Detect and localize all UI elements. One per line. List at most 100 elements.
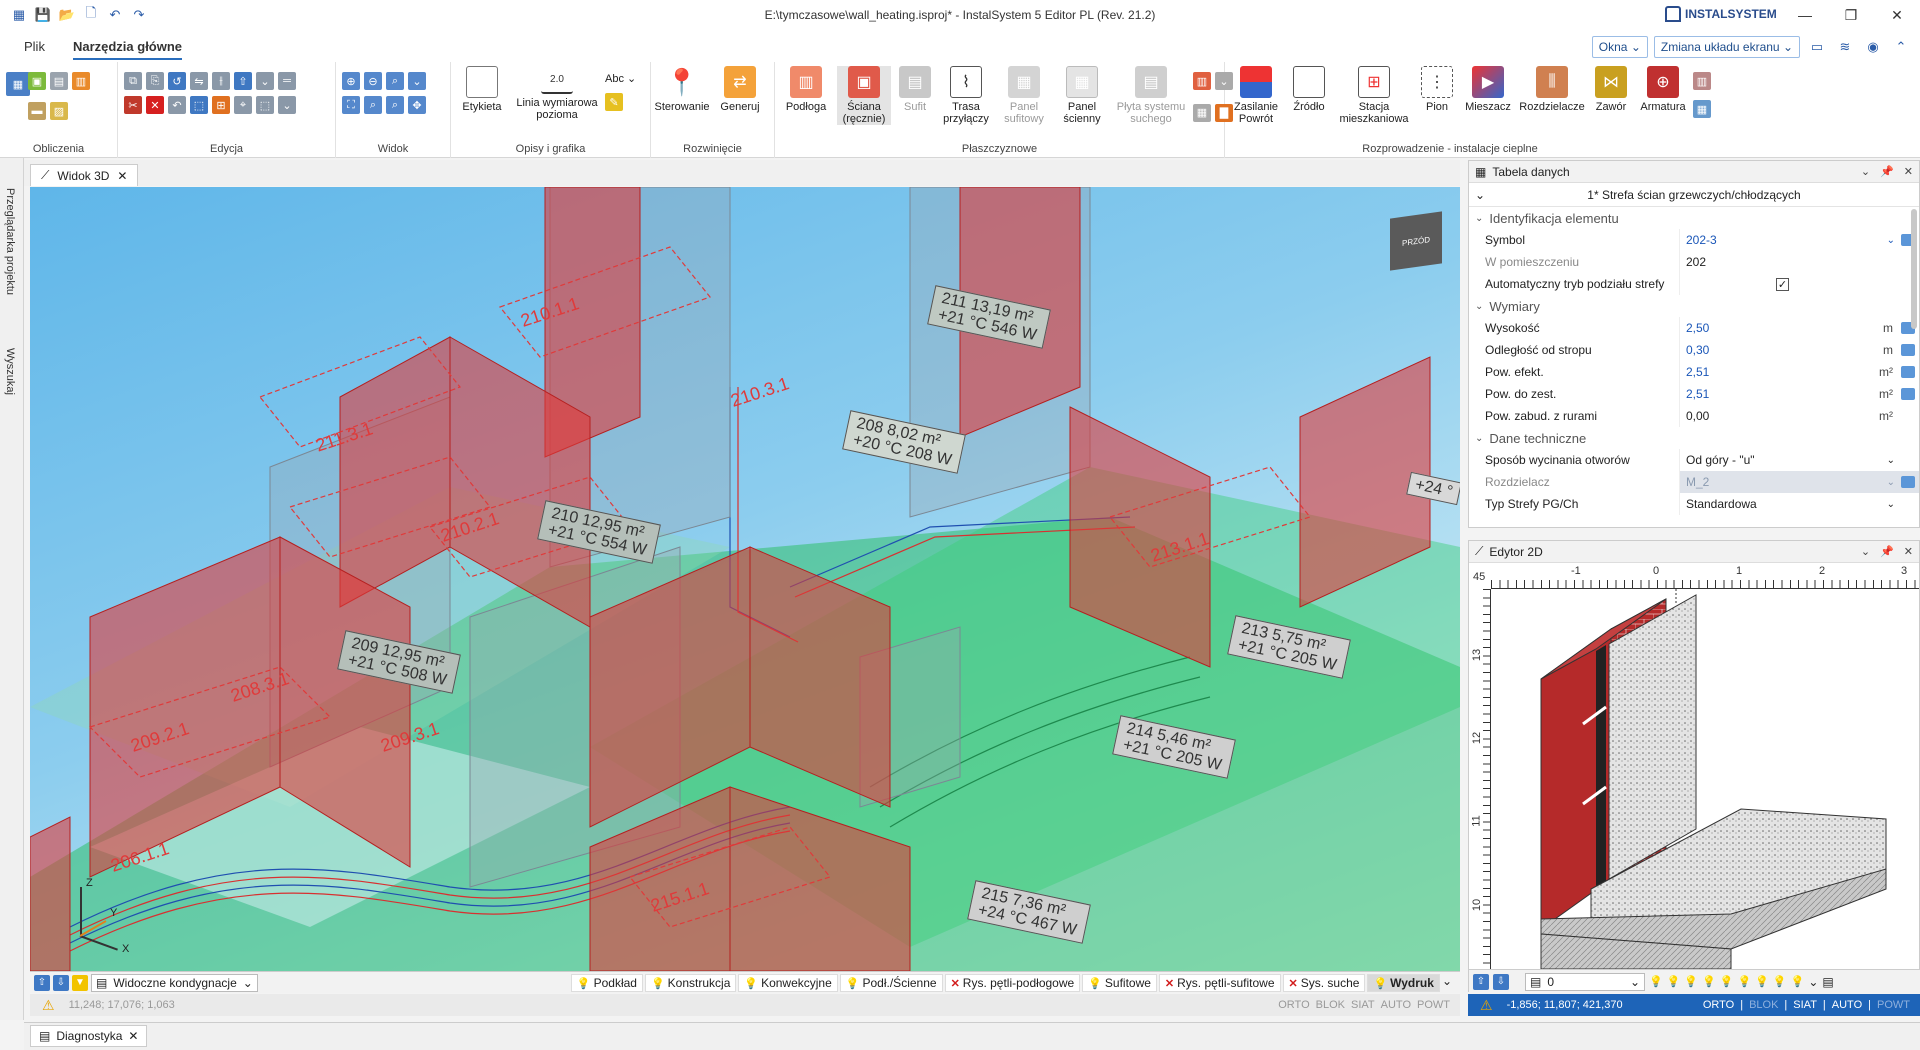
layer-toggle[interactable]: 💡 Sufitowe — [1082, 974, 1157, 992]
move-up-icon[interactable]: ⇧ — [234, 72, 252, 90]
navigation-cube[interactable]: PRZÓD — [1390, 211, 1442, 271]
property-section[interactable]: ⌄ Dane techniczne — [1469, 427, 1919, 449]
tab-diagnostyka[interactable]: ▤ Diagnostyka ✕ — [30, 1025, 148, 1047]
generuj-button[interactable]: ⇄ Generuj — [713, 66, 767, 113]
project-browser-tab[interactable]: Przeglądarka projektu — [4, 188, 16, 295]
sterowanie-button[interactable]: 📍 Sterowanie — [654, 66, 710, 113]
close-tab-icon[interactable]: ✕ — [117, 169, 127, 183]
property-value[interactable]: 2,51 m² — [1679, 383, 1919, 405]
mode-powt-2d[interactable]: POWT — [1877, 999, 1910, 1011]
mode-auto-2d[interactable]: AUTO — [1832, 999, 1862, 1011]
property-value[interactable]: Od góry - "u" ⌄ — [1679, 449, 1919, 471]
open-icon[interactable]: 📂 — [58, 6, 76, 24]
bulb-icon[interactable]: 💡 — [1667, 975, 1681, 988]
layer-toggle[interactable]: ✕ Sys. suche — [1282, 974, 1366, 992]
zoom-window-icon[interactable]: ⌕ — [386, 72, 404, 90]
linia-wymiarowa-button[interactable]: 2.0 Linia wymiarowa pozioma — [513, 66, 601, 121]
loop-grid-icon[interactable]: ▦ — [1193, 103, 1211, 122]
floor-up-icon[interactable]: ⇧ — [1473, 973, 1489, 990]
snap-icon[interactable]: ⌖ — [234, 96, 252, 114]
floor-up-icon[interactable]: ⇧ — [34, 974, 50, 991]
chevron-down-icon[interactable]: ⌄ — [1808, 975, 1818, 989]
floor-down-icon[interactable]: ⇩ — [53, 974, 69, 991]
zasilanie-button[interactable]: Zasilanie Powrót — [1229, 66, 1283, 125]
mirror-icon[interactable]: ⇋ — [190, 72, 208, 90]
mieszacz-button[interactable]: ▶ Mieszacz — [1461, 66, 1515, 125]
more-options-icon[interactable]: ▤ — [1822, 975, 1833, 989]
pick-value-icon[interactable] — [1901, 366, 1915, 378]
save-icon[interactable]: 💾 — [34, 6, 52, 24]
color-icon[interactable]: ◉ — [1862, 37, 1884, 57]
property-section[interactable]: ⌄ Identyfikacja elementu — [1469, 207, 1919, 229]
chevron-down-icon[interactable]: ⌄ — [1887, 235, 1895, 246]
redo-icon[interactable]: ↷ — [130, 6, 148, 24]
layout-change-dropdown[interactable]: Zmiana układu ekranu ⌄ — [1653, 36, 1800, 58]
select-icon[interactable]: ⬚ — [190, 96, 208, 114]
paste-icon[interactable]: ⎘ — [146, 72, 164, 90]
view-3d-canvas[interactable]: 211 13,19 m² +21 °C 546 W 208 8,02 m² +20 … — [30, 187, 1460, 971]
panel-scienny-button[interactable]: ▦ Panel ścienny — [1055, 66, 1109, 125]
heating-extra-icon[interactable]: ▥ — [1693, 72, 1711, 90]
tab-widok-3d[interactable]: ⟋ Widok 3D ✕ — [30, 164, 139, 186]
chevron-down-icon[interactable]: ⌄ — [1442, 974, 1452, 992]
sufit-button[interactable]: ▤ Sufit — [895, 66, 935, 125]
okna-dropdown[interactable]: Okna ⌄ — [1591, 36, 1648, 58]
floor-down-icon[interactable]: ⇩ — [1493, 973, 1509, 990]
loop-icon[interactable]: ▥ — [1193, 72, 1211, 90]
layer-toggle[interactable]: 💡 Konwekcyjne — [738, 974, 838, 992]
mode-orto-2d[interactable]: ORTO — [1703, 999, 1734, 1011]
line-icon[interactable]: ═ — [278, 72, 296, 90]
sciana-button[interactable]: ▣ Ściana (ręcznie) — [837, 66, 891, 125]
restore-button[interactable]: ❐ — [1828, 0, 1874, 30]
chevron-down-icon[interactable]: ⌄ — [1887, 499, 1895, 510]
close-tab-icon[interactable]: ✕ — [128, 1029, 138, 1043]
pin-icon[interactable]: 📌 — [1880, 545, 1894, 558]
bulb-icon[interactable]: 💡 — [1720, 975, 1734, 988]
layer-dropdown[interactable]: ▤ 0 ⌄ — [1525, 972, 1645, 991]
select-area-icon[interactable]: ⬚ — [256, 96, 274, 114]
dropdown-icon[interactable]: ⌄ — [256, 72, 274, 90]
calc-report-icon[interactable]: ▬ — [28, 102, 46, 120]
close-panel-icon[interactable]: ✕ — [1904, 545, 1913, 558]
undo-icon[interactable]: ↶ — [106, 6, 124, 24]
pick-value-icon[interactable] — [1901, 476, 1915, 488]
mode-siat[interactable]: SIAT — [1351, 999, 1375, 1011]
property-section[interactable]: ⌄ Wymiary — [1469, 295, 1919, 317]
podloga-button[interactable]: ▥ Podłoga — [779, 66, 833, 125]
editor-2d-canvas[interactable] — [1491, 589, 1919, 970]
property-scrollbar[interactable] — [1911, 209, 1917, 329]
layer-toggle[interactable]: 💡 Podkład — [570, 974, 643, 992]
zoom-in-icon[interactable]: ⊕ — [342, 72, 360, 90]
chevron-down-icon[interactable]: ⌄ — [1887, 455, 1895, 466]
new-file-icon[interactable]: 🗋 — [82, 5, 100, 24]
pick-value-icon[interactable] — [1901, 344, 1915, 356]
property-value[interactable]: Standardowa ⌄ — [1679, 493, 1919, 515]
cut-icon[interactable]: ✂ — [124, 96, 142, 114]
layer-toggle[interactable]: 💡 Wydruk — [1367, 974, 1440, 992]
zoom-prev-icon[interactable]: ⌕ — [364, 96, 382, 114]
bulb-icon[interactable]: 💡 — [1684, 975, 1698, 988]
chevron-down-icon[interactable]: ⌄ — [1887, 477, 1895, 488]
layers-icon[interactable]: ≋ — [1834, 37, 1856, 57]
bulb-icon[interactable]: 💡 — [1773, 975, 1787, 988]
layer-toggle[interactable]: 💡 Konstrukcja — [644, 974, 737, 992]
split-icon[interactable]: ⫲ — [212, 72, 230, 90]
mode-powt[interactable]: POWT — [1417, 999, 1450, 1011]
trasa-button[interactable]: ⌇ Trasa przyłączy — [939, 66, 993, 125]
delete-icon[interactable]: ✕ — [146, 96, 164, 114]
zoom-next-icon[interactable]: ⌕ — [386, 96, 404, 114]
mode-blok-2d[interactable]: BLOK — [1749, 999, 1778, 1011]
property-value[interactable]: ✓ — [1679, 273, 1919, 295]
mode-auto[interactable]: AUTO — [1381, 999, 1411, 1011]
warning-icon[interactable]: ⚠ — [1480, 997, 1493, 1014]
pin-icon[interactable]: 📌 — [1880, 165, 1894, 178]
calc-orange-icon[interactable]: ▥ — [72, 72, 90, 90]
zoom-all-icon[interactable]: ⛶ — [342, 96, 360, 114]
zoom-dropdown-icon[interactable]: ⌄ — [408, 72, 426, 90]
pan-icon[interactable]: ✥ — [408, 96, 426, 114]
etykieta-button[interactable]: Etykieta — [455, 66, 509, 121]
zawor-button[interactable]: ⋈ Zawór — [1589, 66, 1633, 125]
highlight-icon[interactable]: ✎ — [605, 93, 623, 111]
property-value[interactable]: 202 — [1679, 251, 1919, 273]
align-icon[interactable]: ⊞ — [212, 96, 230, 114]
